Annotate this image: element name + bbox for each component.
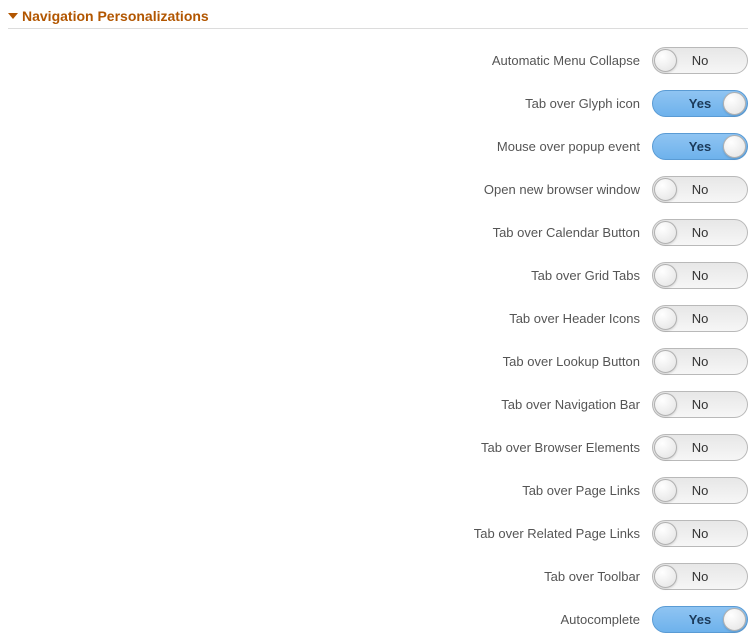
toggle-value: No bbox=[692, 354, 709, 369]
setting-label: Mouse over popup event bbox=[497, 139, 640, 154]
toggle-switch[interactable]: No bbox=[652, 563, 748, 590]
section-title: Navigation Personalizations bbox=[22, 8, 209, 24]
toggle-switch[interactable]: No bbox=[652, 520, 748, 547]
collapse-arrow-icon bbox=[8, 13, 18, 19]
setting-label: Open new browser window bbox=[484, 182, 640, 197]
setting-label: Tab over Page Links bbox=[522, 483, 640, 498]
toggle-switch[interactable]: No bbox=[652, 434, 748, 461]
setting-label: Autocomplete bbox=[561, 612, 641, 627]
toggle-value: No bbox=[692, 311, 709, 326]
toggle-knob-icon bbox=[654, 522, 677, 545]
toggle-knob-icon bbox=[654, 479, 677, 502]
toggle-switch[interactable]: Yes bbox=[652, 606, 748, 633]
toggle-switch[interactable]: No bbox=[652, 391, 748, 418]
toggle-value: No bbox=[692, 53, 709, 68]
setting-label: Tab over Toolbar bbox=[544, 569, 640, 584]
toggle-knob-icon bbox=[654, 436, 677, 459]
toggle-switch[interactable]: Yes bbox=[652, 133, 748, 160]
toggle-switch[interactable]: Yes bbox=[652, 90, 748, 117]
toggle-switch[interactable]: No bbox=[652, 305, 748, 332]
toggle-knob-icon bbox=[654, 221, 677, 244]
toggle-knob-icon bbox=[654, 565, 677, 588]
section-header-navigation-personalizations[interactable]: Navigation Personalizations bbox=[8, 8, 748, 29]
toggle-knob-icon bbox=[654, 264, 677, 287]
setting-row: Open new browser window No bbox=[8, 176, 748, 203]
toggle-knob-icon bbox=[654, 178, 677, 201]
setting-label: Automatic Menu Collapse bbox=[492, 53, 640, 68]
setting-row: Tab over Calendar Button No bbox=[8, 219, 748, 246]
setting-row: Tab over Browser Elements No bbox=[8, 434, 748, 461]
toggle-switch[interactable]: No bbox=[652, 348, 748, 375]
setting-label: Tab over Grid Tabs bbox=[531, 268, 640, 283]
setting-label: Tab over Lookup Button bbox=[503, 354, 640, 369]
toggle-value: No bbox=[692, 397, 709, 412]
toggle-value: Yes bbox=[689, 612, 711, 627]
setting-row: Tab over Grid Tabs No bbox=[8, 262, 748, 289]
setting-label: Tab over Browser Elements bbox=[481, 440, 640, 455]
toggle-knob-icon bbox=[654, 307, 677, 330]
toggle-switch[interactable]: No bbox=[652, 219, 748, 246]
setting-row: Mouse over popup event Yes bbox=[8, 133, 748, 160]
toggle-switch[interactable]: No bbox=[652, 176, 748, 203]
toggle-value: No bbox=[692, 569, 709, 584]
toggle-knob-icon bbox=[723, 135, 746, 158]
toggle-value: No bbox=[692, 225, 709, 240]
toggle-knob-icon bbox=[723, 92, 746, 115]
setting-label: Tab over Header Icons bbox=[509, 311, 640, 326]
setting-label: Tab over Navigation Bar bbox=[501, 397, 640, 412]
settings-list: Automatic Menu Collapse No Tab over Glyph … bbox=[8, 47, 748, 633]
setting-row: Tab over Page Links No bbox=[8, 477, 748, 504]
setting-row: Tab over Toolbar No bbox=[8, 563, 748, 590]
setting-row: Tab over Lookup Button No bbox=[8, 348, 748, 375]
toggle-value: No bbox=[692, 182, 709, 197]
toggle-knob-icon bbox=[723, 608, 746, 631]
toggle-value: Yes bbox=[689, 139, 711, 154]
setting-label: Tab over Related Page Links bbox=[474, 526, 640, 541]
toggle-value: No bbox=[692, 440, 709, 455]
toggle-value: No bbox=[692, 483, 709, 498]
setting-row: Tab over Glyph icon Yes bbox=[8, 90, 748, 117]
toggle-switch[interactable]: No bbox=[652, 47, 748, 74]
toggle-value: No bbox=[692, 268, 709, 283]
toggle-value: No bbox=[692, 526, 709, 541]
toggle-knob-icon bbox=[654, 350, 677, 373]
setting-row: Automatic Menu Collapse No bbox=[8, 47, 748, 74]
toggle-switch[interactable]: No bbox=[652, 262, 748, 289]
setting-row: Tab over Navigation Bar No bbox=[8, 391, 748, 418]
setting-row: Tab over Header Icons No bbox=[8, 305, 748, 332]
toggle-switch[interactable]: No bbox=[652, 477, 748, 504]
toggle-knob-icon bbox=[654, 393, 677, 416]
setting-row: Tab over Related Page Links No bbox=[8, 520, 748, 547]
toggle-value: Yes bbox=[689, 96, 711, 111]
setting-label: Tab over Calendar Button bbox=[493, 225, 640, 240]
toggle-knob-icon bbox=[654, 49, 677, 72]
setting-row: Autocomplete Yes bbox=[8, 606, 748, 633]
setting-label: Tab over Glyph icon bbox=[525, 96, 640, 111]
